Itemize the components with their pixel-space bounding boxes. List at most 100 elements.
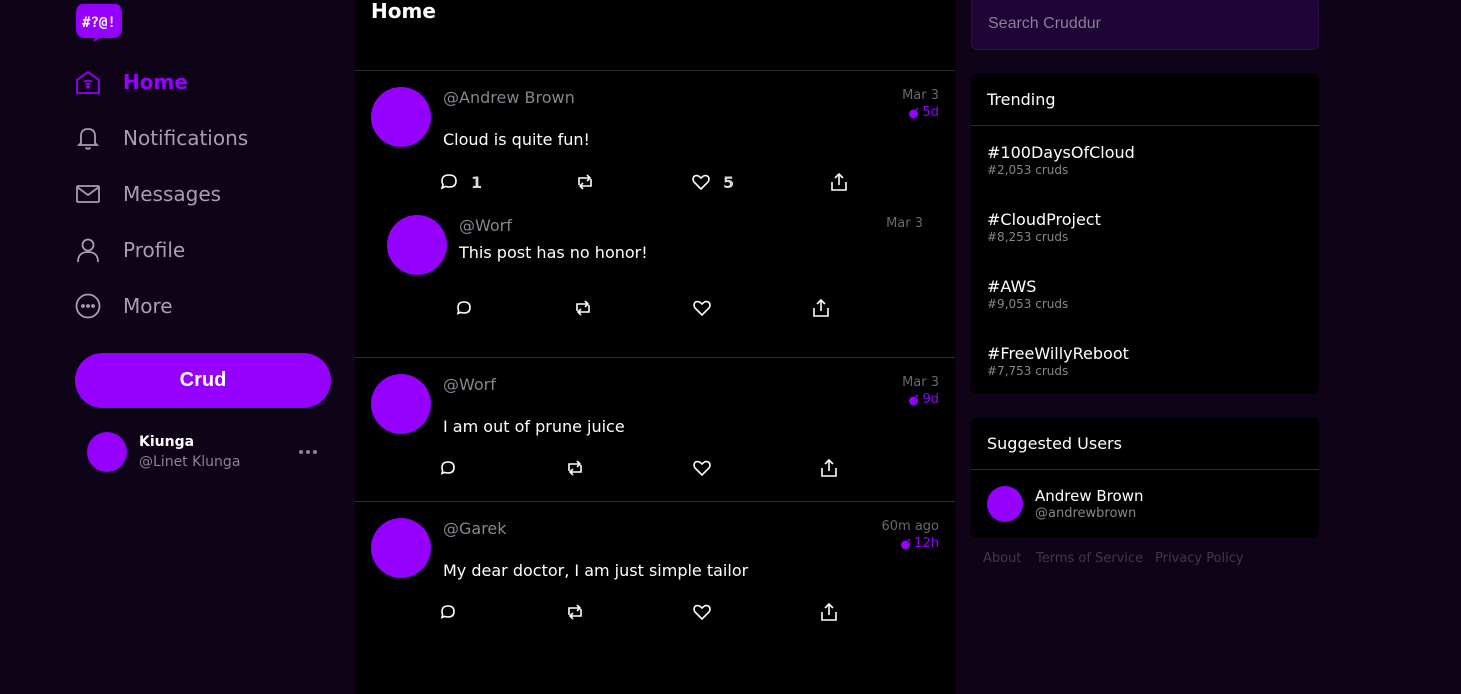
divider (355, 357, 955, 358)
suggested-users-panel: Suggested Users Andrew Brown @andrewbrow… (971, 418, 1319, 538)
like-count: 5 (723, 172, 735, 192)
nav-label-profile: Profile (123, 238, 186, 262)
nav-label-messages: Messages (123, 182, 222, 206)
post-handle[interactable]: @Worf (459, 216, 512, 235)
reply-icon (456, 301, 471, 315)
share-button[interactable] (819, 602, 839, 622)
trending-tag: #AWS (987, 277, 1037, 296)
post-message: I am out of prune juice (443, 417, 625, 436)
expires-badge: 5d (908, 105, 939, 120)
share-button[interactable] (811, 298, 831, 318)
reply-button[interactable] (438, 458, 458, 478)
like-button[interactable]: 5 (691, 172, 734, 192)
post-message: This post has no honor! (459, 243, 648, 262)
trending-item[interactable]: #AWS #9,053 cruds (987, 277, 1068, 311)
reply-count: 1 (471, 172, 483, 192)
trending-item[interactable]: #FreeWillyReboot #7,753 cruds (987, 344, 1129, 378)
envelope-icon (75, 181, 101, 207)
heart-icon (693, 604, 711, 621)
repost-icon (578, 174, 592, 190)
reply-button[interactable] (454, 298, 474, 318)
trending-title: Trending (971, 74, 1319, 126)
suggested-users-title: Suggested Users (971, 418, 1319, 470)
nav-item-profile[interactable]: Profile (75, 230, 185, 270)
heart-icon (693, 300, 711, 317)
more-dots-icon[interactable] (297, 442, 319, 462)
heart-icon (693, 460, 711, 477)
nav-item-more[interactable]: More (75, 286, 173, 326)
logo-text: #?@! (82, 15, 116, 31)
trending-tag: #100DaysOfCloud (987, 143, 1135, 162)
profile-card[interactable]: Kiunga @Linet Klunga (87, 432, 319, 474)
feed-header: Home (355, 0, 955, 71)
reply-icon (440, 174, 457, 190)
trending-tag: #FreeWillyReboot (987, 344, 1129, 363)
search-input[interactable] (971, 0, 1319, 50)
share-icon (821, 458, 837, 477)
divider (355, 501, 955, 502)
avatar (987, 486, 1023, 522)
trending-item[interactable]: #100DaysOfCloud #2,053 cruds (987, 143, 1135, 177)
post-handle[interactable]: @Garek (443, 519, 507, 538)
like-button[interactable] (692, 298, 712, 318)
share-icon (821, 602, 837, 621)
reply-icon (440, 605, 455, 619)
bomb-icon (909, 393, 919, 405)
expires-badge: 12h (900, 536, 939, 551)
footer-link-about[interactable]: About (983, 551, 1021, 566)
suggested-user-handle: @andrewbrown (1035, 506, 1137, 521)
post-handle[interactable]: @Andrew Brown (443, 88, 575, 107)
nav-item-home[interactable]: Home (75, 62, 188, 102)
share-button[interactable] (819, 458, 839, 478)
reply-button[interactable]: 1 (439, 172, 482, 192)
avatar (371, 374, 431, 434)
reply-icon (440, 461, 455, 475)
trending-panel: Trending #100DaysOfCloud #2,053 cruds #C… (971, 74, 1319, 394)
repost-button[interactable] (565, 602, 585, 622)
bomb-icon (909, 106, 919, 118)
suggested-user-name: Andrew Brown (1035, 487, 1144, 505)
left-nav: #?@! Home Notifications Messages Profile… (0, 0, 355, 694)
like-button[interactable] (692, 458, 712, 478)
trending-count: #2,053 cruds (987, 163, 1069, 177)
post-handle[interactable]: @Worf (443, 375, 496, 394)
expires-text: 5d (922, 105, 939, 120)
nav-item-messages[interactable]: Messages (75, 174, 221, 214)
footer-link-privacy[interactable]: Privacy Policy (1155, 551, 1244, 566)
repost-icon (576, 300, 590, 316)
crud-button[interactable]: Crud (75, 353, 331, 408)
nav-label-notifications: Notifications (123, 126, 249, 150)
expires-text: 12h (914, 536, 939, 551)
trending-item[interactable]: #CloudProject #8,253 cruds (987, 210, 1101, 244)
page-title: Home (371, 0, 436, 23)
post-date: Mar 3 (902, 375, 939, 390)
repost-button[interactable] (575, 172, 595, 192)
repost-icon (568, 460, 582, 476)
cruddur-logo[interactable]: #?@! (75, 2, 123, 42)
trending-count: #7,753 cruds (987, 364, 1069, 378)
repost-button[interactable] (573, 298, 593, 318)
share-icon (831, 172, 847, 191)
expires-text: 9d (922, 392, 939, 407)
heart-icon (692, 174, 710, 191)
user-icon (75, 237, 101, 263)
avatar (371, 87, 431, 147)
bomb-icon (901, 537, 911, 549)
share-icon (813, 298, 829, 317)
avatar (387, 215, 447, 275)
nav-item-notifications[interactable]: Notifications (75, 118, 248, 158)
repost-button[interactable] (565, 458, 585, 478)
post-date: 60m ago (881, 519, 939, 534)
footer-link-terms[interactable]: Terms of Service (1036, 551, 1143, 566)
bell-icon (75, 125, 101, 151)
post-message: My dear doctor, I am just simple tailor (443, 561, 749, 580)
avatar (371, 518, 431, 578)
share-button[interactable] (829, 172, 849, 192)
like-button[interactable] (692, 602, 712, 622)
repost-icon (568, 604, 582, 620)
post-message: Cloud is quite fun! (443, 130, 590, 149)
more-circle-icon (75, 293, 101, 319)
reply-button[interactable] (438, 602, 458, 622)
trending-count: #8,253 cruds (987, 230, 1069, 244)
home-icon (75, 69, 101, 95)
